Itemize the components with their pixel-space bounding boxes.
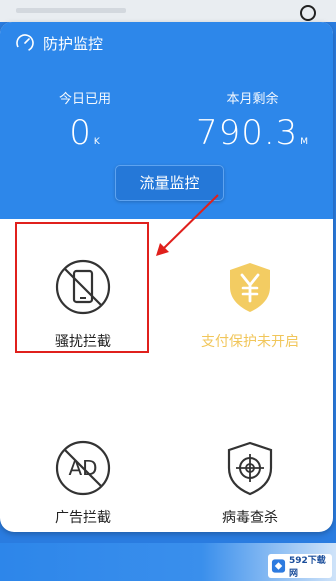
tile-payment-protection[interactable]: 支付保护未开启 (167, 219, 333, 379)
tile-ad-block[interactable]: AD 广告拦截 (0, 402, 166, 532)
today-usage-number: 0 (69, 113, 92, 153)
status-icon (300, 5, 316, 21)
today-usage: 今日已用 0K (40, 88, 130, 162)
tile-ad-label: 广告拦截 (55, 510, 111, 526)
today-usage-unit: K (93, 137, 101, 147)
today-usage-value: 0K (40, 113, 130, 162)
no-ad-icon: AD (55, 440, 111, 496)
gauge-icon (16, 34, 34, 52)
month-remaining-value: 790.3 M (190, 113, 315, 162)
tile-virus-label: 病毒查杀 (222, 510, 278, 526)
month-remaining-label: 本月剩余 (226, 92, 279, 107)
monitor-panel: 防护监控 今日已用 0K 本月剩余 790.3 M 流量监控 (0, 22, 333, 219)
header-title: 防护监控 (43, 34, 104, 53)
month-remaining-number: 790.3 (195, 113, 299, 153)
status-bar (0, 0, 336, 22)
watermark-text: 592下载网 (289, 556, 326, 579)
bottom-bar: 592下载网 (0, 543, 336, 581)
highlight-box (15, 222, 149, 353)
yuan-shield-icon (230, 263, 270, 312)
traffic-monitor-button[interactable]: 流量监控 (115, 165, 224, 201)
logo-mark-icon (271, 559, 286, 573)
header[interactable]: 防护监控 (15, 32, 103, 54)
tile-virus-scan[interactable]: 病毒查杀 (167, 402, 333, 532)
crosshair-shield-icon (227, 441, 273, 496)
tile-payment-label: 支付保护未开启 (201, 334, 299, 350)
status-bar-text (16, 8, 126, 13)
month-remaining: 本月剩余 790.3 M (190, 88, 315, 162)
watermark-logo: 592下载网 (268, 554, 332, 579)
month-remaining-unit: M (300, 137, 310, 147)
today-usage-label: 今日已用 (58, 92, 111, 107)
